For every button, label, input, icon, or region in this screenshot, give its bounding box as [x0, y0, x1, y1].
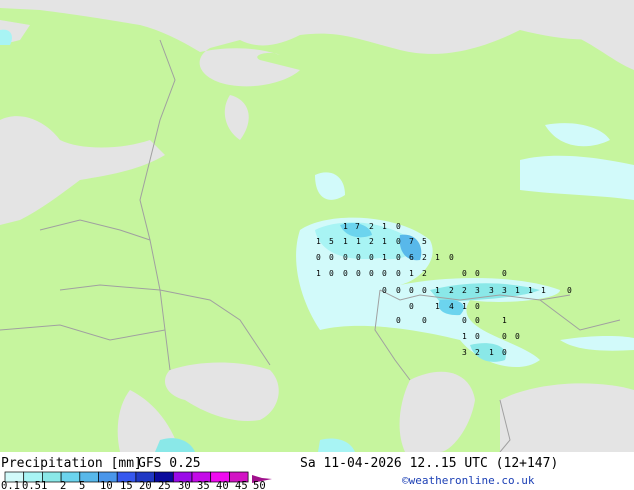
station-value: 0: [409, 302, 414, 311]
station-value: 0: [382, 286, 387, 295]
station-value: 1: [316, 269, 321, 278]
station-value: 1: [435, 253, 440, 262]
legend-label: 45: [235, 480, 248, 490]
legend-label: 10: [100, 480, 113, 490]
station-value: 0: [475, 332, 480, 341]
station-value: 0: [502, 269, 507, 278]
station-value: 1: [489, 348, 494, 357]
station-value: 4: [449, 302, 454, 311]
station-value: 1: [316, 237, 321, 246]
station-value: 1: [435, 302, 440, 311]
station-value: 0: [329, 253, 334, 262]
legend-label: 5: [79, 480, 85, 490]
station-value: 0: [449, 253, 454, 262]
station-value: 2: [462, 286, 467, 295]
station-value: 0: [343, 269, 348, 278]
station-value: 0: [515, 332, 520, 341]
station-value: 5: [422, 237, 427, 246]
station-value: 0: [396, 237, 401, 246]
station-value: 1: [515, 286, 520, 295]
station-value: 0: [343, 253, 348, 262]
legend-label: 50: [253, 480, 266, 490]
station-value: 1: [356, 237, 361, 246]
station-value: 1: [382, 237, 387, 246]
legend-label: 15: [120, 480, 133, 490]
station-value: 1: [528, 286, 533, 295]
station-value: 1: [343, 222, 348, 231]
station-value: 0: [409, 286, 414, 295]
station-value: 2: [422, 269, 427, 278]
credit-link[interactable]: ©weatheronline.co.uk: [402, 474, 534, 487]
station-value: 1: [382, 222, 387, 231]
station-value: 0: [396, 269, 401, 278]
station-value: 5: [329, 237, 334, 246]
station-value: 1: [435, 286, 440, 295]
legend-label: 40: [216, 480, 229, 490]
station-value: 0: [422, 286, 427, 295]
valid-time: Sa 11-04-2026 12..15 UTC (12+147): [300, 456, 559, 471]
station-value: 1: [462, 332, 467, 341]
station-value: 1: [502, 316, 507, 325]
station-value: 3: [462, 348, 467, 357]
station-value: 0: [567, 286, 572, 295]
legend-label: 0.1: [1, 480, 20, 490]
color-legend: 0.1 0.5 1 2 5 10 15 20 25 30 35 40 45 50: [1, 471, 272, 490]
station-value: 0: [475, 302, 480, 311]
station-value: 1: [541, 286, 546, 295]
legend-label: 2: [60, 480, 66, 490]
station-value: 3: [502, 286, 507, 295]
legend-label: 0.5: [22, 480, 41, 490]
station-value: 1: [409, 269, 414, 278]
station-value: 0: [382, 269, 387, 278]
model-name: GFS 0.25: [138, 456, 201, 471]
station-value: 2: [422, 253, 427, 262]
station-value: 1: [462, 302, 467, 311]
station-value: 2: [369, 222, 374, 231]
station-value: 6: [409, 253, 414, 262]
station-value: 1: [343, 237, 348, 246]
station-value: 7: [409, 237, 414, 246]
map-canvas: 1 7 2 1 01 5 1 1 2 1 0 7 50 0 0 0 0 1 0 6 2 1 01 0 0 0 0 0 0 1 2 0 0 00 0 0…: [0, 0, 634, 453]
station-value: 0: [396, 286, 401, 295]
station-value: 2: [369, 237, 374, 246]
station-value: 0: [356, 253, 361, 262]
station-value: 0: [475, 269, 480, 278]
legend-label: 20: [139, 480, 152, 490]
station-value: 0: [369, 269, 374, 278]
station-value: 0: [396, 222, 401, 231]
station-value: 0: [396, 253, 401, 262]
station-value: 2: [449, 286, 454, 295]
station-value: 0: [502, 332, 507, 341]
station-value: 0: [462, 316, 467, 325]
station-value: 0: [316, 253, 321, 262]
station-value: 0: [329, 269, 334, 278]
station-value: 0: [502, 348, 507, 357]
station-value: 3: [489, 286, 494, 295]
station-value: 3: [475, 286, 480, 295]
station-value: 7: [355, 222, 360, 231]
station-value: 0: [356, 269, 361, 278]
station-value: 1: [382, 253, 387, 262]
map-title: Precipitation [mm]: [1, 456, 142, 471]
legend-label: 25: [158, 480, 171, 490]
legend-label: 35: [197, 480, 210, 490]
legend-label: 30: [178, 480, 191, 490]
precipitation-map: 1721015112107500000106210100000012000000…: [0, 0, 634, 453]
legend-footer: Precipitation [mm] GFS 0.25 Sa 11-04-202…: [0, 452, 634, 490]
station-value: 0: [475, 316, 480, 325]
legend-label: 1: [41, 480, 47, 490]
station-value: 0: [462, 269, 467, 278]
station-value: 2: [475, 348, 480, 357]
station-value: 0: [422, 316, 427, 325]
station-value: 0: [369, 253, 374, 262]
station-value: 0: [396, 316, 401, 325]
